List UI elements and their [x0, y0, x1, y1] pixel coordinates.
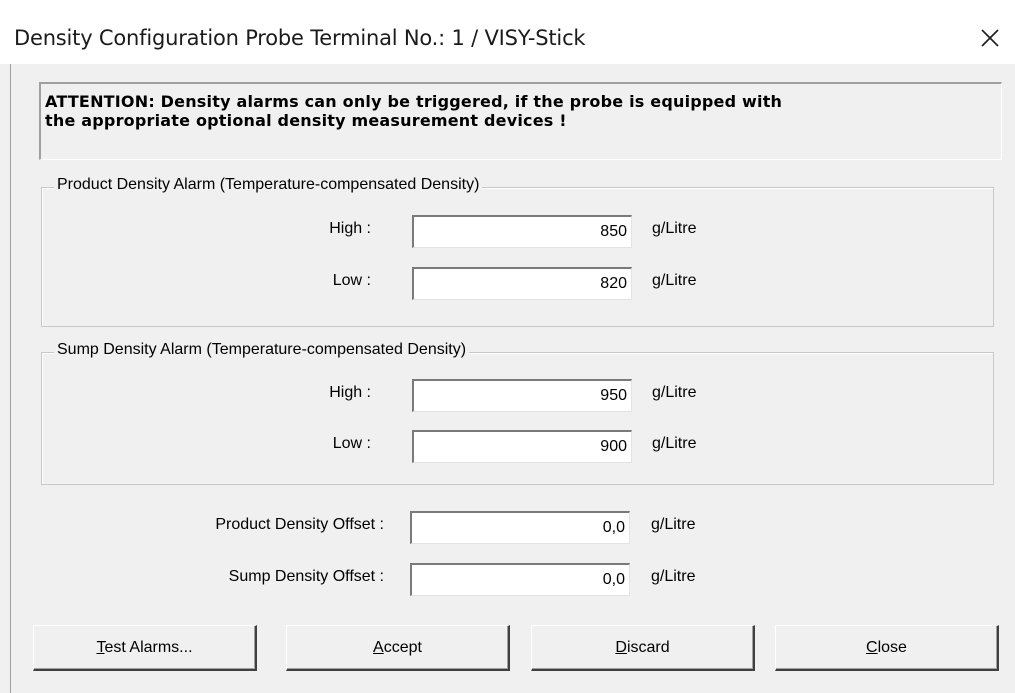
window-close-button[interactable]	[972, 20, 1008, 56]
close-icon	[981, 29, 999, 47]
discard-button[interactable]: Discard	[531, 625, 755, 671]
close-mnemonic: C	[866, 639, 878, 656]
discard-label: iscard	[626, 639, 670, 656]
sump-low-input[interactable]: 900	[412, 430, 632, 463]
accept-button[interactable]: Accept	[286, 625, 510, 671]
sump-density-offset-input[interactable]: 0,0	[410, 563, 630, 596]
sump-density-alarm-legend: Sump Density Alarm (Temperature-compensa…	[54, 341, 470, 359]
discard-mnemonic: D	[615, 639, 627, 656]
sump-density-offset-unit: g/Litre	[651, 568, 696, 585]
close-label: lose	[877, 639, 907, 656]
attention-line-1: ATTENTION: Density alarms can only be tr…	[45, 92, 783, 111]
test-alarms-label: est Alarms...	[104, 639, 193, 656]
dialog-client-area: ATTENTION: Density alarms can only be tr…	[10, 64, 1015, 693]
attention-notice: ATTENTION: Density alarms can only be tr…	[39, 82, 1002, 160]
product-low-label: Low :	[332, 272, 371, 289]
accept-label: ccept	[383, 639, 422, 656]
title-bar: Density Configuration Probe Terminal No.…	[0, 0, 1015, 64]
product-density-alarm-legend: Product Density Alarm (Temperature-compe…	[54, 176, 483, 194]
product-density-offset-label: Product Density Offset :	[215, 516, 384, 533]
window-title: Density Configuration Probe Terminal No.…	[14, 26, 586, 50]
product-density-offset-input[interactable]: 0,0	[410, 511, 630, 544]
sump-density-offset-label: Sump Density Offset :	[228, 568, 384, 585]
sump-density-alarm-group: Sump Density Alarm (Temperature-compensa…	[41, 341, 994, 485]
product-density-alarm-group: Product Density Alarm (Temperature-compe…	[41, 176, 994, 327]
attention-line-2: the appropriate optional density measure…	[45, 111, 567, 130]
sump-high-input[interactable]: 950	[412, 379, 632, 412]
product-low-unit: g/Litre	[652, 272, 697, 289]
sump-high-label: High :	[329, 384, 371, 401]
sump-low-label: Low :	[332, 435, 371, 452]
product-high-label: High :	[329, 220, 371, 237]
accept-mnemonic: A	[373, 639, 384, 656]
product-density-offset-unit: g/Litre	[651, 516, 696, 533]
test-alarms-button[interactable]: Test Alarms...	[33, 625, 257, 671]
product-low-input[interactable]: 820	[412, 267, 632, 300]
close-button[interactable]: Close	[775, 625, 999, 671]
density-configuration-dialog: Density Configuration Probe Terminal No.…	[0, 0, 1015, 693]
sump-low-unit: g/Litre	[652, 435, 697, 452]
product-high-unit: g/Litre	[652, 220, 697, 237]
sump-high-unit: g/Litre	[652, 384, 697, 401]
product-high-input[interactable]: 850	[412, 215, 632, 248]
